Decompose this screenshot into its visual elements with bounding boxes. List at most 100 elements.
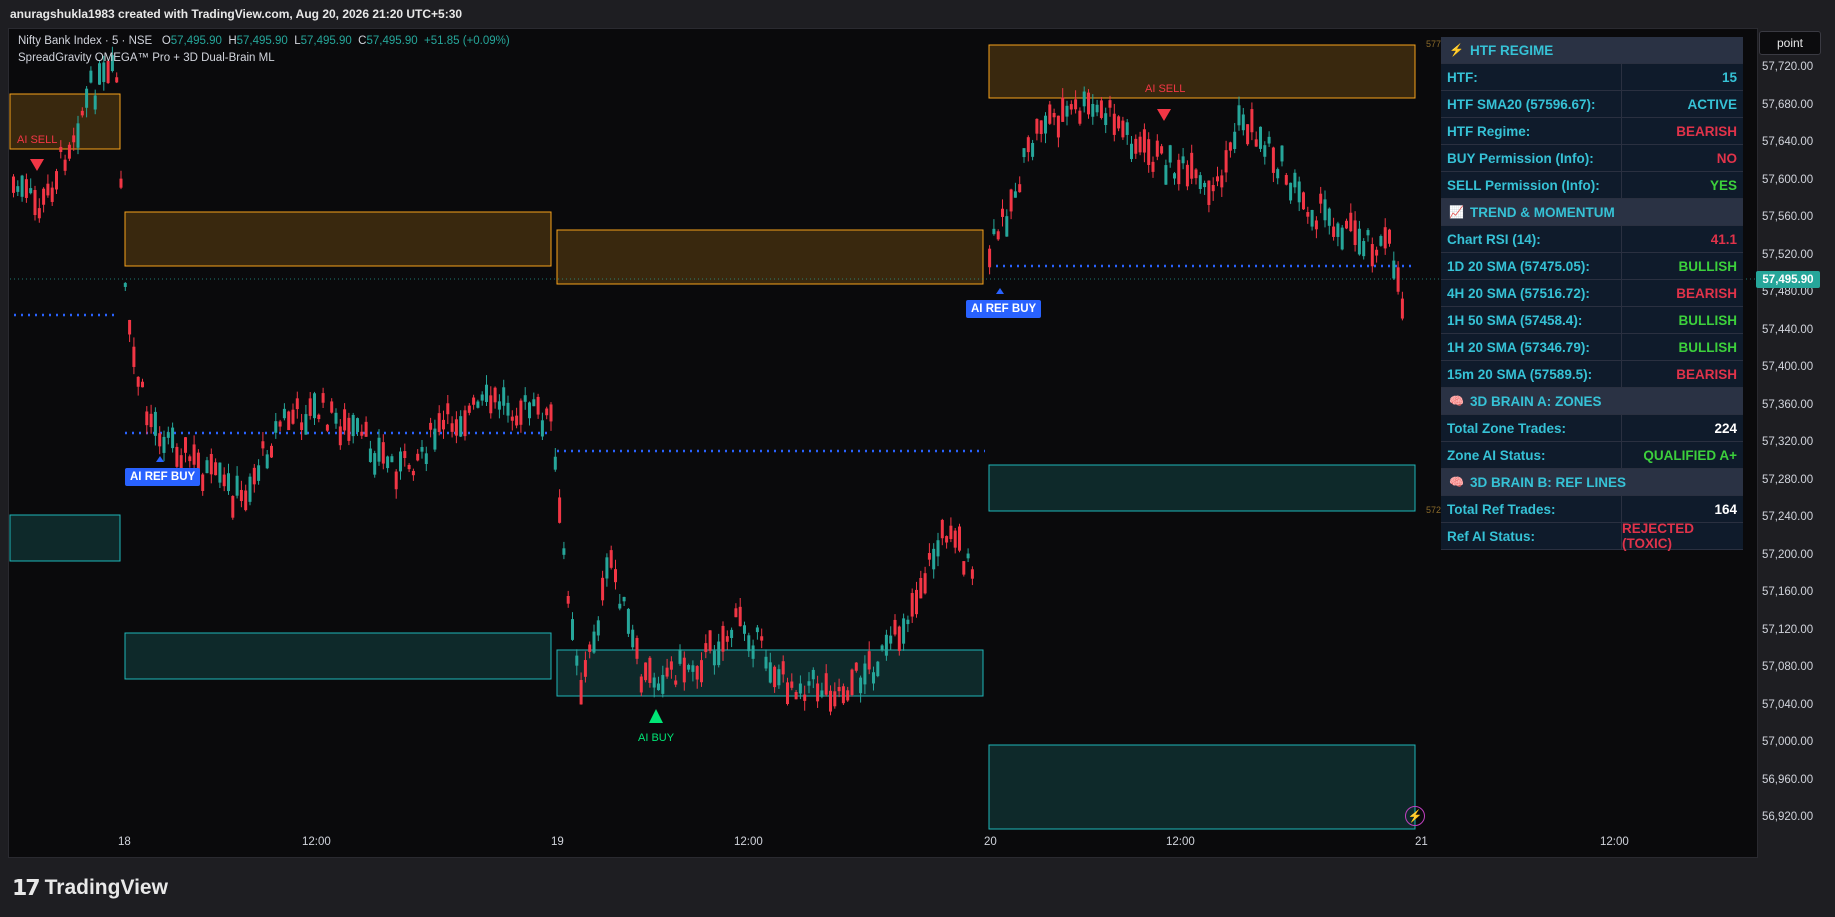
price-tick-label: 57,520.00 <box>1762 248 1814 261</box>
candle-body <box>1138 136 1142 153</box>
candle-body <box>691 665 695 672</box>
candle-body <box>824 673 828 695</box>
candle-body <box>1001 208 1004 217</box>
price-tick-label: 57,600.00 <box>1762 173 1814 186</box>
candle-body <box>1228 142 1232 151</box>
candle-body <box>1082 91 1086 107</box>
candle-body <box>1220 175 1224 188</box>
candle-body <box>558 497 562 523</box>
candle-body <box>738 606 742 627</box>
candle-body <box>687 665 691 670</box>
demand-zone <box>988 464 1416 512</box>
candle-body <box>1190 152 1194 179</box>
candle-body <box>949 525 953 540</box>
candle-body <box>485 384 488 402</box>
panel-row-label: Chart RSI (14): <box>1441 226 1622 252</box>
candle-body <box>1048 104 1052 124</box>
price-tick-label: 57,040.00 <box>1762 698 1814 711</box>
candle-body <box>321 393 325 403</box>
candle-body <box>1134 138 1138 154</box>
candle-body <box>1250 109 1254 133</box>
candle-body <box>553 456 557 470</box>
price-tick-label: 56,960.00 <box>1762 773 1814 786</box>
candle-body <box>915 589 918 615</box>
edge-price-label: 572 <box>1426 505 1442 515</box>
ai-sell-label: AI SELL <box>1145 83 1186 95</box>
candle-body <box>1246 124 1250 145</box>
candle-body <box>89 70 93 83</box>
candle-body <box>437 413 441 432</box>
panel-row-value: BULLISH <box>1622 307 1743 333</box>
panel-section-header: 🧠 3D BRAIN B: REF LINES <box>1441 469 1743 496</box>
candle-body <box>407 464 411 470</box>
candle-body <box>1271 147 1275 173</box>
panel-row: 1D 20 SMA (57475.05): BULLISH <box>1441 253 1743 280</box>
candle-body <box>1052 112 1056 118</box>
candle-body <box>128 319 132 335</box>
candle-body <box>1284 175 1288 185</box>
candle-body <box>958 526 961 551</box>
candle-body <box>807 681 811 686</box>
candle-body <box>252 467 256 485</box>
candle-body <box>222 474 226 487</box>
demand-zone <box>988 744 1416 830</box>
open-value: 57,495.90 <box>170 35 222 47</box>
candle-body <box>218 462 222 483</box>
candle-body <box>1142 129 1146 153</box>
candle-body <box>1267 136 1271 144</box>
lightning-icon: ⚡ <box>1449 43 1464 57</box>
candle-body <box>562 548 566 555</box>
candle-body <box>450 423 454 432</box>
lightning-icon[interactable]: ⚡ <box>1405 806 1425 826</box>
candle-body <box>622 596 626 602</box>
candle-body <box>1074 99 1078 110</box>
candle-body <box>601 577 605 601</box>
candle-body <box>502 387 506 406</box>
candle-body <box>1233 131 1237 150</box>
candle-body <box>424 453 428 465</box>
tradingview-logo[interactable]: 𝟭𝟳 TradingView <box>12 875 168 901</box>
candle-body <box>721 625 725 652</box>
symbol-title[interactable]: Nifty Bank Index · 5 · NSE <box>18 35 152 47</box>
indicator-title[interactable]: SpreadGravity OMEGA™ Pro + 3D Dual-Brain… <box>18 52 275 64</box>
candle-body <box>102 62 106 83</box>
candle-body <box>123 282 127 287</box>
candle-body <box>1370 244 1374 267</box>
panel-row-label: Total Zone Trades: <box>1441 415 1622 441</box>
candle-body <box>837 686 841 692</box>
candle-body <box>794 692 798 700</box>
candle-body <box>523 395 527 402</box>
time-tick-label: 19 <box>551 836 564 848</box>
candle-body <box>927 553 931 560</box>
candle-body <box>171 427 175 449</box>
candle-body <box>356 418 359 433</box>
candle-body <box>235 475 239 496</box>
badge-pointer <box>996 288 1004 294</box>
candle-body <box>472 397 476 405</box>
panel-row: Total Ref Trades: 164 <box>1441 496 1743 523</box>
candle-body <box>347 417 351 441</box>
panel-section-header: 🧠 3D BRAIN A: ZONES <box>1441 388 1743 415</box>
candle-body <box>63 159 67 171</box>
candle-body <box>790 681 794 688</box>
candle-body <box>446 403 450 415</box>
candle-body <box>829 690 832 712</box>
candle-body <box>403 451 407 458</box>
candle-body <box>764 656 768 669</box>
candle-body <box>988 248 992 268</box>
candle-body <box>1237 105 1241 126</box>
edge-price-label: 577 <box>1426 39 1442 49</box>
price-tick-label: 57,280.00 <box>1762 473 1814 486</box>
candle-body <box>209 454 213 475</box>
candle-body <box>265 454 269 469</box>
candle-body <box>1349 212 1353 232</box>
scale-mode-button[interactable]: point <box>1759 31 1821 55</box>
candle-body <box>1095 104 1099 113</box>
candle-body <box>798 683 802 694</box>
candle-body <box>46 183 50 196</box>
candle-body <box>678 649 682 664</box>
candle-body <box>1357 228 1361 255</box>
candle-body <box>239 489 243 502</box>
candle-body <box>1013 191 1017 198</box>
candle-body <box>106 60 110 84</box>
